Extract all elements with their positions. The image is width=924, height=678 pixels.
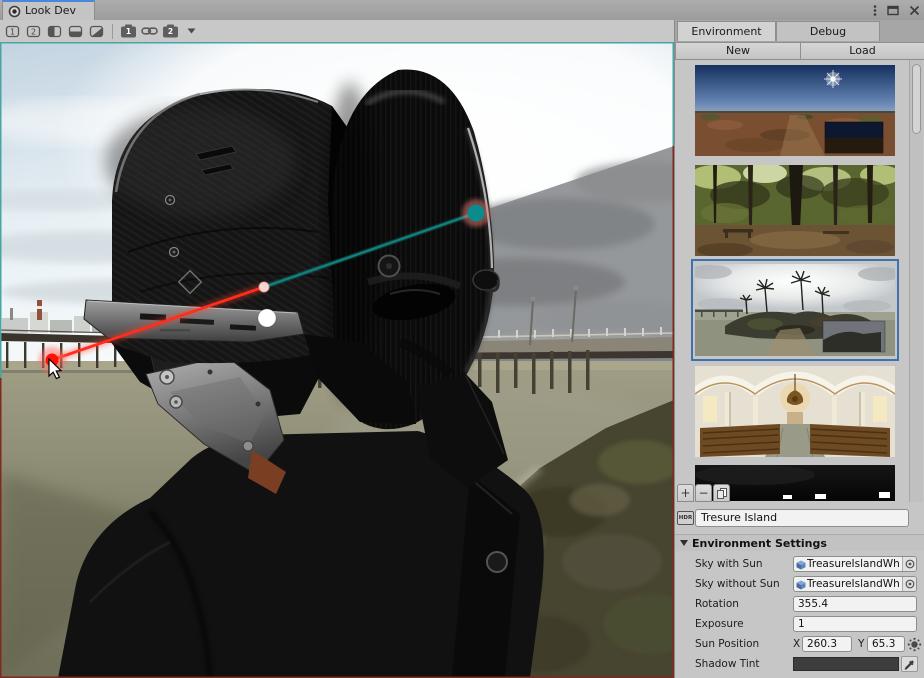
look-dev-window: Look Dev 1 2 1 [0, 0, 924, 678]
split-diagonal-button[interactable] [87, 23, 106, 40]
sun-y-label: Y [858, 636, 864, 652]
look-dev-eye-icon [8, 5, 21, 18]
row-rotation: Rotation 355.4 [675, 596, 924, 612]
sky-without-sun-label: Sky without Sun [695, 576, 780, 592]
sky-without-sun-object-field[interactable]: TreasureIslandWh [793, 576, 917, 592]
window-close-icon[interactable] [909, 5, 920, 16]
object-picker-icon[interactable] [902, 557, 916, 571]
thumbnail-shadow-inset [823, 321, 885, 352]
sun-x-field[interactable]: 260.3 [802, 636, 852, 652]
lookdev-scene[interactable] [0, 42, 674, 678]
exposure-field[interactable]: 1 [793, 616, 917, 632]
scrollbar-thumb[interactable] [912, 64, 921, 134]
eyedropper-icon[interactable] [901, 656, 918, 672]
row-shadow-tint: Shadow Tint [675, 656, 924, 672]
panel-tab-strip: Environment Debug [674, 20, 924, 42]
remove-environment-button[interactable]: − [695, 484, 712, 502]
camera-dropdown-icon[interactable] [182, 23, 201, 40]
exposure-label: Exposure [695, 616, 744, 632]
gizmo-center-handle[interactable] [259, 282, 269, 292]
tab-debug[interactable]: Debug [776, 21, 880, 41]
thumbnail-shadow-inset [825, 122, 883, 153]
cubemap-icon [796, 560, 806, 570]
add-environment-button[interactable]: + [677, 484, 694, 502]
row-sun-position: Sun Position X 260.3 Y 65.3 [675, 636, 924, 652]
lookdev-toolbar: 1 2 1 2 [0, 20, 674, 42]
tab-look-dev-label: Look Dev [25, 2, 76, 20]
view2-number: 2 [31, 27, 36, 36]
split-horizontal-button[interactable] [66, 23, 85, 40]
environment-settings-title: Environment Settings [692, 536, 827, 552]
shadow-tint-label: Shadow Tint [695, 656, 760, 672]
lookdev-viewport[interactable] [0, 42, 674, 678]
duplicate-icon [716, 487, 728, 500]
window-menu-icon[interactable] [873, 4, 877, 17]
shadow-tint-swatch[interactable] [793, 657, 899, 671]
hdri-thumbnail-treasure-island[interactable] [695, 264, 895, 356]
tab-environment[interactable]: Environment [677, 21, 776, 41]
view1-number: 1 [10, 27, 15, 36]
sky-without-sun-value: TreasureIslandWh [807, 577, 902, 591]
gizmo-teal-handle[interactable] [468, 205, 485, 222]
cubemap-icon [796, 580, 806, 590]
toolbar-separator [112, 24, 113, 39]
single-view-2-button[interactable]: 2 [24, 23, 43, 40]
split-vertical-button[interactable] [45, 23, 64, 40]
window-maximize-icon[interactable] [887, 5, 899, 16]
hdr-badge: HDR [677, 511, 694, 525]
rotation-label: Rotation [695, 596, 739, 612]
hdri-thumbnail-sunny-field[interactable] [695, 65, 895, 156]
hdri-thumbnail-church[interactable] [695, 366, 895, 457]
row-exposure: Exposure 1 [675, 616, 924, 632]
object-picker-icon[interactable] [902, 577, 916, 591]
row-sky-without-sun: Sky without Sun TreasureIslandWh [675, 576, 924, 592]
environment-name-field[interactable]: Tresure Island [695, 509, 909, 527]
thumbnail-scrollbar[interactable] [909, 60, 923, 502]
sun-position-label: Sun Position [695, 636, 759, 652]
sun-y-field[interactable]: 65.3 [867, 636, 905, 652]
row-sky-with-sun: Sky with Sun TreasureIslandWh [675, 556, 924, 572]
rotation-field[interactable]: 355.4 [793, 596, 917, 612]
sun-x-label: X [793, 636, 800, 652]
camera-2-button[interactable]: 2 [161, 23, 180, 40]
sky-with-sun-object-field[interactable]: TreasureIslandWh [793, 556, 917, 572]
link-cameras-icon[interactable] [140, 23, 159, 40]
sky-with-sun-value: TreasureIslandWh [807, 557, 902, 571]
hdri-thumbnail-forest[interactable] [695, 165, 895, 256]
duplicate-environment-button[interactable] [713, 484, 730, 502]
sky-with-sun-label: Sky with Sun [695, 556, 763, 572]
env-actions-row: New Load [675, 42, 924, 60]
single-view-1-button[interactable]: 1 [3, 23, 22, 40]
window-controls [873, 0, 920, 20]
new-button[interactable]: New [675, 42, 801, 60]
white-dot [258, 309, 276, 327]
environment-settings-header[interactable]: Environment Settings [675, 534, 924, 551]
sun-position-picker-icon[interactable] [906, 636, 922, 652]
window-titlebar: Look Dev [0, 0, 924, 20]
environment-panel: New Load [674, 42, 924, 678]
tab-look-dev[interactable]: Look Dev [2, 0, 95, 20]
load-button[interactable]: Load [800, 42, 924, 60]
camera-1-button[interactable]: 1 [119, 23, 138, 40]
foldout-triangle-icon [680, 540, 688, 546]
